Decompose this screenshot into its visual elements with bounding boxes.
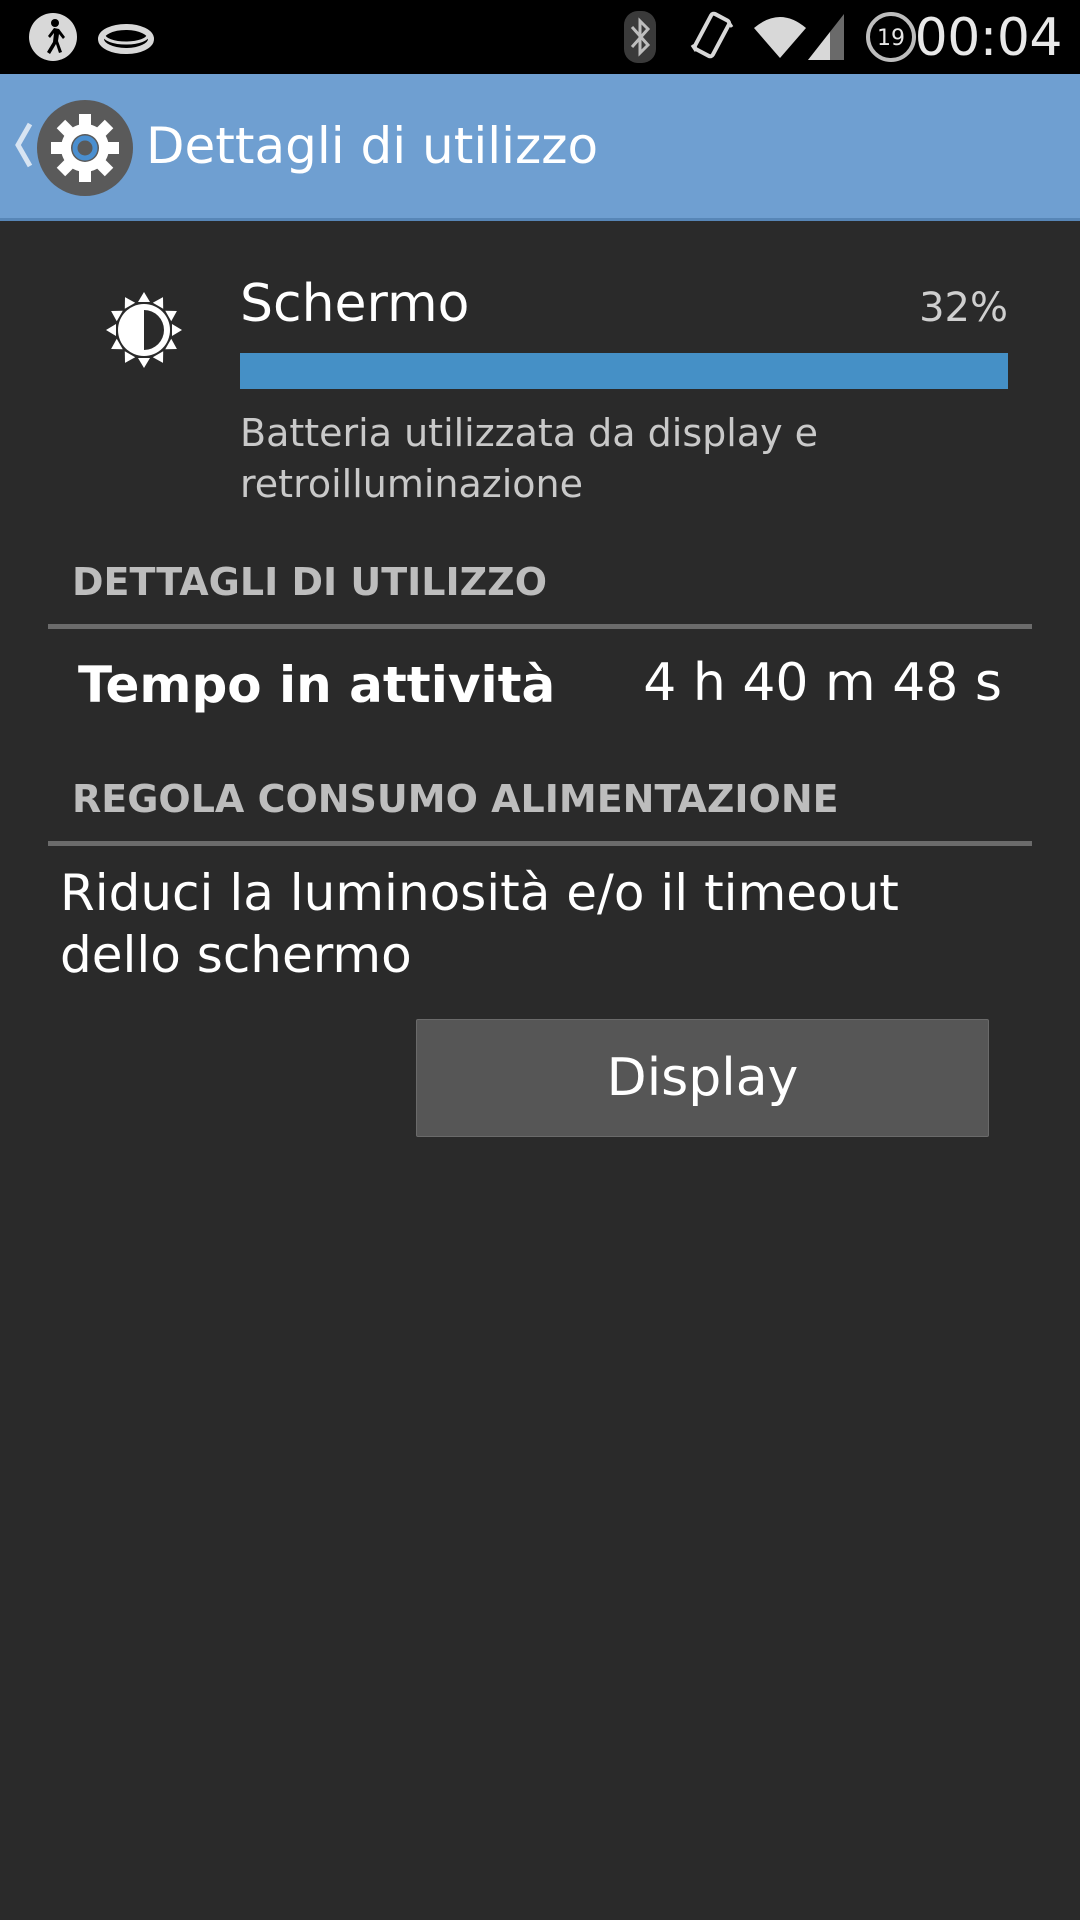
detail-value-time-on: 4 h 40 m 48 s	[643, 653, 1002, 713]
usage-item-name: Schermo	[240, 274, 470, 334]
ring-icon	[98, 0, 154, 74]
divider	[48, 841, 1032, 846]
notification-badge-count: 19	[877, 26, 905, 51]
wifi-icon	[752, 0, 808, 74]
walking-figure-icon	[28, 0, 78, 74]
chevron-left-icon[interactable]	[12, 120, 34, 174]
status-clock: 00:04	[914, 8, 1063, 68]
usage-percent: 32%	[919, 285, 1008, 331]
signal-icon	[806, 0, 846, 74]
section-header-adjust: REGOLA CONSUMO ALIMENTAZIONE	[72, 777, 839, 821]
action-bar: Dettagli di utilizzo	[0, 74, 1080, 218]
page-title: Dettagli di utilizzo	[146, 117, 599, 175]
usage-progress-bar	[240, 353, 1008, 389]
detail-label-time-on: Tempo in attività	[78, 656, 556, 714]
divider	[48, 624, 1032, 629]
brightness-icon	[106, 292, 182, 368]
settings-gear-icon[interactable]	[37, 100, 133, 196]
section-header-details: DETTAGLI DI UTILIZZO	[72, 560, 548, 604]
usage-progress-fill	[240, 353, 1008, 389]
status-bar: 19 00:04	[0, 0, 1080, 74]
display-settings-button[interactable]: Display	[416, 1019, 989, 1137]
timer-badge-icon: 19	[866, 0, 916, 74]
vibrate-icon	[688, 0, 736, 74]
usage-description: Batteria utilizzata da display e retroil…	[240, 411, 819, 506]
bluetooth-icon	[622, 0, 658, 74]
power-tip-text: Riduci la luminosità e/o il timeout dell…	[60, 864, 899, 984]
